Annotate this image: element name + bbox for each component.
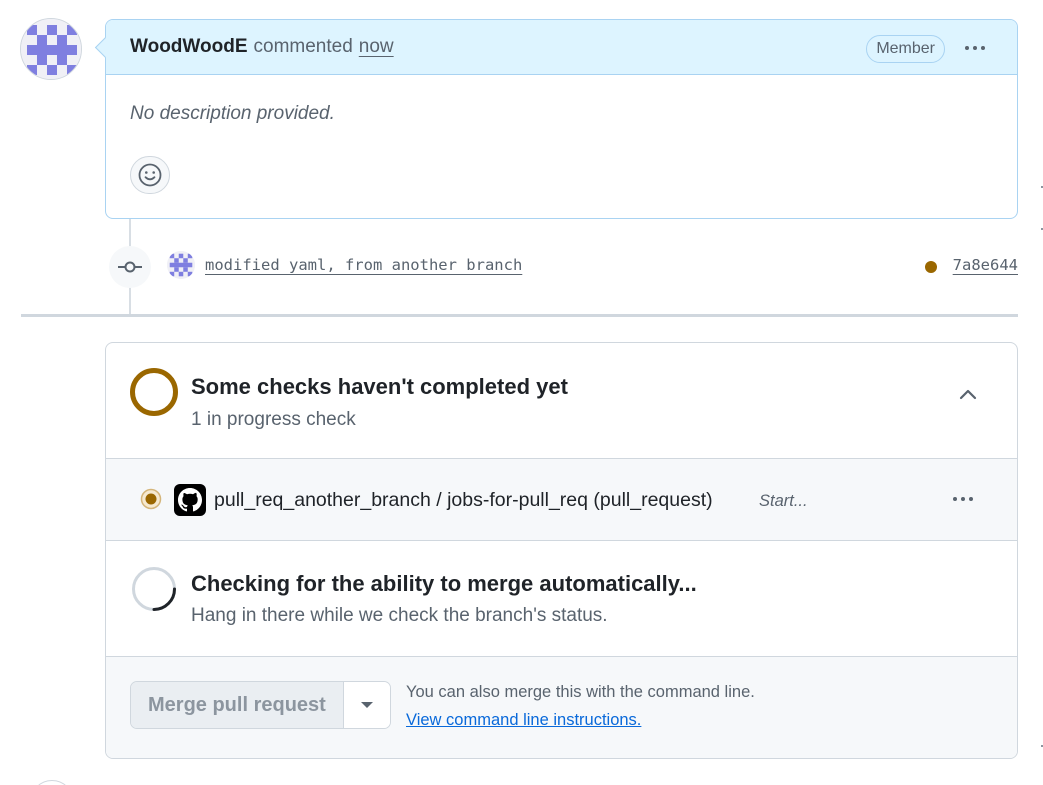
member-badge: Member [866, 35, 945, 63]
loading-spinner-icon [132, 567, 176, 611]
comment-box: WoodWoodE commented now Member No descri… [105, 19, 1018, 219]
timeline-divider [21, 314, 1018, 317]
comment-options-kebab-icon[interactable] [959, 36, 991, 60]
check-state: Start... [759, 492, 808, 510]
merge-pull-request-button[interactable]: Merge pull request [131, 682, 344, 728]
commit-author-avatar[interactable] [167, 251, 195, 279]
command-line-instructions-link[interactable]: View command line instructions. [406, 711, 641, 730]
checks-summary: Some checks haven't completed yet 1 in p… [106, 343, 1017, 459]
author-avatar[interactable] [20, 18, 82, 80]
comment-action: commented [253, 36, 353, 57]
in-progress-dot-icon [140, 488, 162, 510]
mergeability-subtitle: Hang in there while we check the branch'… [191, 605, 608, 626]
comment-body: No description provided. [130, 103, 335, 124]
comment-header: WoodWoodE commented now Member [106, 20, 1017, 75]
check-options-kebab-icon[interactable] [947, 487, 979, 511]
comment-author[interactable]: WoodWoodE [130, 36, 248, 58]
next-avatar [30, 780, 74, 785]
check-row[interactable]: pull_req_another_branch / jobs-for-pull_… [106, 459, 1017, 541]
comment-timestamp[interactable]: now [359, 36, 394, 58]
checks-subtitle: 1 in progress check [191, 409, 356, 430]
github-logo-icon [174, 484, 206, 516]
commit-message-link[interactable]: modified yaml, from another branch [205, 256, 522, 274]
git-commit-icon [109, 246, 151, 288]
pull-request-timeline: WoodWoodE commented now Member No descri… [0, 0, 1043, 785]
pending-status-icon [130, 368, 178, 416]
chevron-up-icon[interactable] [957, 387, 979, 401]
mergeability-title: Checking for the ability to merge automa… [191, 571, 697, 596]
mergeability-status: Checking for the ability to merge automa… [106, 541, 1017, 657]
checks-title: Some checks haven't completed yet [191, 374, 568, 399]
merge-options-caret-icon[interactable] [343, 682, 390, 728]
merge-actions: Merge pull request You can also merge th… [106, 657, 1017, 758]
merge-button-group: Merge pull request [130, 681, 391, 729]
merge-box: Some checks haven't completed yet 1 in p… [105, 342, 1018, 759]
add-reaction-smiley-icon[interactable] [130, 156, 170, 194]
command-line-hint: You can also merge this with the command… [406, 683, 755, 701]
commit-status-pending-icon[interactable] [925, 261, 937, 273]
commit-sha-link[interactable]: 7a8e644 [953, 256, 1018, 274]
check-name[interactable]: pull_req_another_branch / jobs-for-pull_… [214, 489, 713, 512]
